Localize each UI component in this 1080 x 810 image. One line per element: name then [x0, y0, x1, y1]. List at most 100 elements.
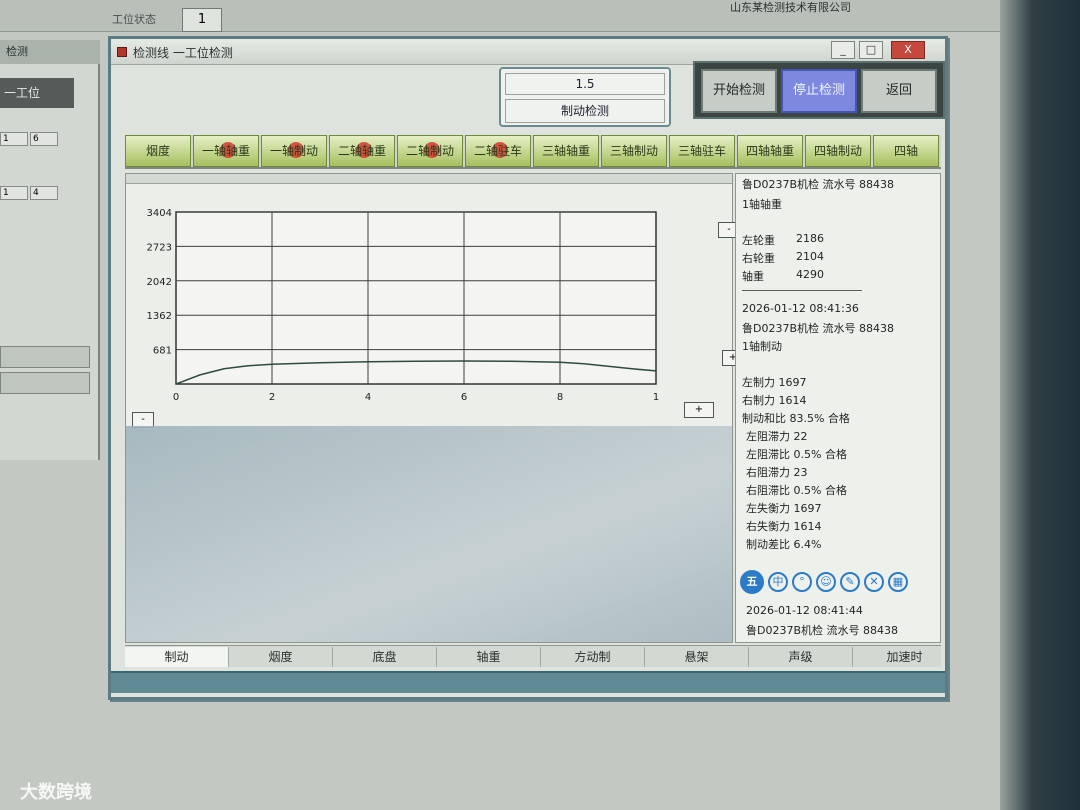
- bottom-tab-strip: 制动 烟度 底盘 轴重 方动制 悬架 声级 加速时: [125, 645, 941, 667]
- y-tick-label: 3404: [147, 208, 172, 219]
- stop-test-button[interactable]: 停止检测: [781, 69, 857, 113]
- log-left-brake: 左制力 1697: [742, 376, 807, 389]
- log-axle1-weight-title: 1轴轴重: [742, 198, 782, 211]
- process-tab[interactable]: 四轴: [873, 135, 939, 167]
- background-row-bar: [0, 372, 90, 394]
- log-right-wheel-value: 2104: [796, 250, 824, 263]
- ime-emoji-icon[interactable]: ☺: [816, 572, 836, 592]
- bottom-tab[interactable]: 加速时: [853, 647, 941, 667]
- ime-tools-icon[interactable]: ✕: [864, 572, 884, 592]
- log-left-drag: 左阻滞力 22: [746, 430, 808, 443]
- process-tab-label: 四轴轴重: [745, 144, 794, 158]
- bottom-tab[interactable]: 制动: [125, 647, 229, 667]
- process-tab-label: 二轴驻车: [473, 144, 522, 158]
- bottom-tab[interactable]: 悬架: [645, 647, 749, 667]
- company-label: 山东某检测技术有限公司: [730, 1, 851, 14]
- log-left-wheel-value: 2186: [796, 232, 824, 245]
- back-button[interactable]: 返回: [861, 69, 937, 113]
- window-statusbar: [111, 671, 945, 693]
- scroll-right-button[interactable]: +: [684, 402, 714, 418]
- x-tick-label: 6: [461, 392, 467, 403]
- window-title: 检测线 一工位检测: [133, 46, 233, 60]
- ime-logo-icon[interactable]: 五: [740, 570, 764, 594]
- y-tick-label: 1362: [147, 311, 172, 322]
- bottom-tab[interactable]: 烟度: [229, 647, 333, 667]
- bottom-tab[interactable]: 底盘: [333, 647, 437, 667]
- log-axle-value: 4290: [796, 268, 824, 281]
- y-tick-label: 681: [153, 346, 172, 357]
- process-tab[interactable]: 烟度: [125, 135, 191, 167]
- process-tab-label: 四轴: [893, 144, 918, 158]
- background-row-cell: 1: [0, 132, 28, 146]
- x-tick-label: 0: [173, 392, 179, 403]
- process-tab-label: 一轴制动: [269, 144, 318, 158]
- maximize-button[interactable]: □: [859, 41, 883, 59]
- process-tab[interactable]: 二轴轴重: [329, 135, 395, 167]
- log-record-header: 鲁D0237B机检 流水号 88438: [742, 322, 894, 335]
- start-test-button[interactable]: 开始检测: [701, 69, 777, 113]
- chart-empty-area: [126, 426, 732, 642]
- process-tab[interactable]: 三轴制动: [601, 135, 667, 167]
- process-tab[interactable]: 二轴驻车: [465, 135, 531, 167]
- process-tab-label: 三轴轴重: [541, 144, 590, 158]
- x-tick-label: 1: [653, 392, 659, 403]
- background-window-title: 检测: [0, 40, 100, 64]
- log-record-header: 鲁D0237B机检 流水号 88438: [742, 178, 894, 191]
- log-left-drag-ratio: 左阻滞比 0.5% 合格: [746, 448, 847, 461]
- ime-pen-icon[interactable]: ✎: [840, 572, 860, 592]
- ime-punctuation-icon[interactable]: °: [792, 572, 812, 592]
- log-right-wheel-label: 右轮重: [742, 252, 775, 265]
- log-axle1-brake-title: 1轴制动: [742, 340, 782, 353]
- speed-value: 1.5: [505, 73, 665, 95]
- phone-icon[interactable]: 1: [182, 8, 222, 32]
- process-tab[interactable]: 三轴轴重: [533, 135, 599, 167]
- process-tab-label: 三轴制动: [609, 144, 658, 158]
- process-tab[interactable]: 一轴制动: [261, 135, 327, 167]
- log-right-imbalance: 右失衡力 1614: [746, 520, 822, 533]
- ime-chinese-icon[interactable]: 中: [768, 572, 788, 592]
- close-button[interactable]: X: [891, 41, 925, 59]
- log-left-wheel-label: 左轮重: [742, 234, 775, 247]
- log-timestamp: 2026-01-12 08:41:44: [746, 604, 863, 617]
- log-right-drag: 右阻滞力 23: [746, 466, 808, 479]
- bottom-tab[interactable]: 方动制: [541, 647, 645, 667]
- process-tab-label: 烟度: [145, 144, 170, 158]
- plot-area: [175, 211, 657, 385]
- background-station-label[interactable]: 一工位: [0, 78, 74, 108]
- bottom-tab[interactable]: 轴重: [437, 647, 541, 667]
- log-timestamp: 2026-01-12 08:41:36: [742, 302, 859, 315]
- process-tab-label: 二轴制动: [405, 144, 454, 158]
- ime-keyboard-icon[interactable]: ▦: [888, 572, 908, 592]
- brake-force-chart: 34042723204213626810 2 4 6 8 1: [147, 208, 660, 403]
- x-tick-label: 8: [557, 392, 563, 403]
- process-tab[interactable]: 四轴轴重: [737, 135, 803, 167]
- log-axle-label: 轴重: [742, 270, 764, 283]
- minimize-button[interactable]: _: [831, 41, 855, 59]
- detection-window: 检测线 一工位检测 _ □ X 1.5 制动检测 开始检测 停止检测 返回 烟度…: [108, 36, 948, 700]
- background-row-cell: 4: [30, 186, 58, 200]
- chart-pane: 3404 2723 2042 1362 681 0 2 4 6 8 1 - + - +: [125, 173, 744, 643]
- process-tab-label: 一轴轴重: [201, 144, 250, 158]
- process-tab-label: 二轴轴重: [337, 144, 386, 158]
- process-tab[interactable]: 一轴轴重: [193, 135, 259, 167]
- process-tab-label: 四轴制动: [813, 144, 862, 158]
- status-tab[interactable]: 工位状态: [112, 10, 182, 30]
- log-imbalance-ratio: 制动差比 6.4%: [746, 538, 822, 551]
- process-tab-strip: 烟度 一轴轴重 一轴制动 二轴轴重 二轴制动 二轴驻车 三轴轴重 三轴制动 三轴驻车 四轴轴重 四轴…: [125, 135, 941, 169]
- control-panel: 开始检测 停止检测 返回: [693, 61, 945, 119]
- app-icon: [117, 47, 127, 57]
- watermark-logo: 大数跨境: [20, 782, 92, 803]
- log-brake-ratio: 制动和比 83.5% 合格: [742, 412, 850, 425]
- process-tab[interactable]: 四轴制动: [805, 135, 871, 167]
- bottom-tab[interactable]: 声级: [749, 647, 853, 667]
- log-right-drag-ratio: 右阻滞比 0.5% 合格: [746, 484, 847, 497]
- background-row-cell: 1: [0, 186, 28, 200]
- process-tab-label: 三轴驻车: [677, 144, 726, 158]
- process-tab[interactable]: 三轴驻车: [669, 135, 735, 167]
- log-record-header: 鲁D0237B机检 流水号 88438: [746, 624, 898, 637]
- horizontal-scrollbar[interactable]: [126, 174, 732, 184]
- monitor-bezel: [1000, 0, 1080, 810]
- screen: { "desktop": { "status_tab_label": "工位状态…: [0, 0, 1080, 810]
- speed-panel: 1.5 制动检测: [499, 67, 671, 127]
- process-tab[interactable]: 二轴制动: [397, 135, 463, 167]
